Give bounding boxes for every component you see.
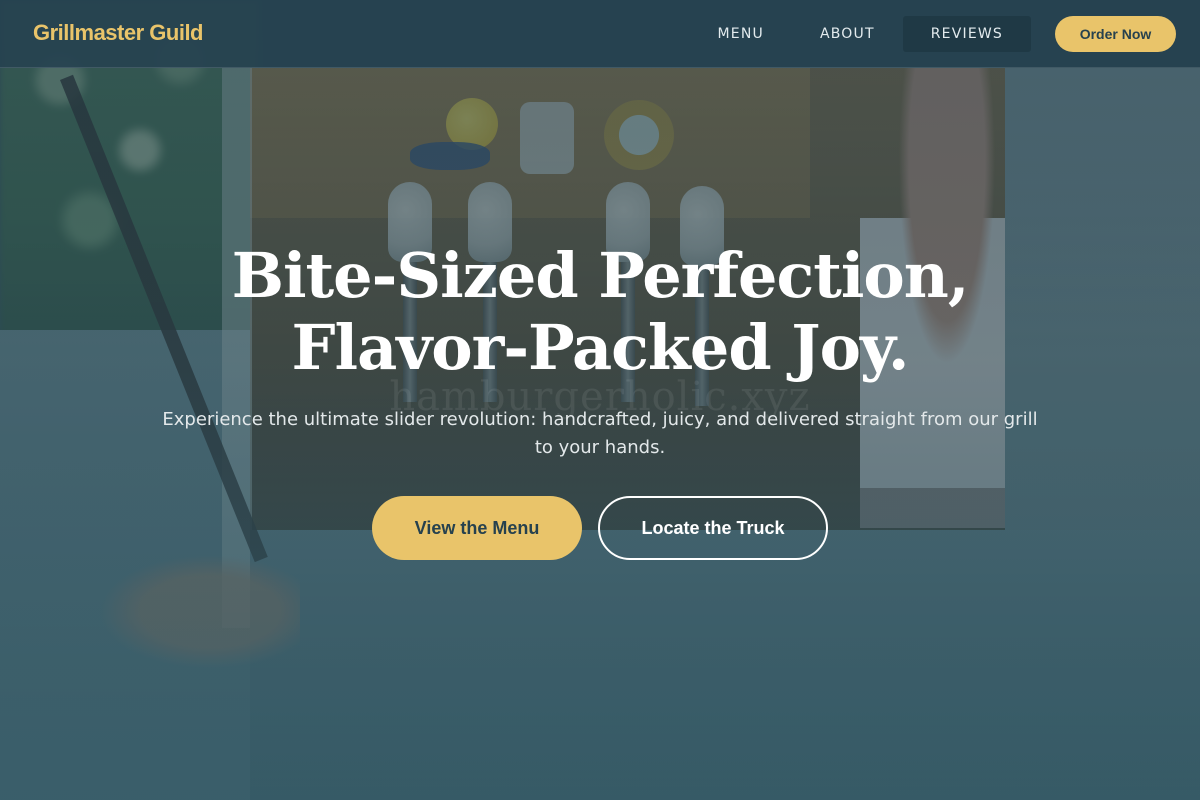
landing-page: hamburgerholic.xyz Grillmaster Guild MEN…	[0, 0, 1200, 800]
brand-logo[interactable]: Grillmaster Guild	[33, 20, 204, 46]
nav-link-reviews[interactable]: REVIEWS	[902, 16, 1031, 52]
hero-title-line-1: Bite-Sized Perfection,	[231, 239, 970, 312]
hero-subtitle: Experience the ultimate slider revolutio…	[162, 409, 1038, 458]
hero-title-line-2: Flavor-Packed Joy.	[291, 311, 910, 384]
hero-actions: View the Menu Locate the Truck	[0, 496, 1200, 566]
hero-title: Bite-Sized Perfection, Flavor-Packed Joy…	[0, 240, 1200, 384]
nav-links: MENU ABOUT REVIEWS	[690, 16, 1031, 52]
nav-link-menu[interactable]: MENU	[690, 16, 792, 52]
nav-link-about[interactable]: ABOUT	[792, 16, 903, 52]
top-navbar: Grillmaster Guild MENU ABOUT REVIEWS Ord…	[0, 0, 1200, 68]
locate-truck-button[interactable]: Locate the Truck	[598, 496, 828, 560]
order-now-button[interactable]: Order Now	[1055, 16, 1176, 52]
view-menu-button[interactable]: View the Menu	[372, 496, 582, 560]
hero-section: Bite-Sized Perfection, Flavor-Packed Joy…	[0, 240, 1200, 560]
